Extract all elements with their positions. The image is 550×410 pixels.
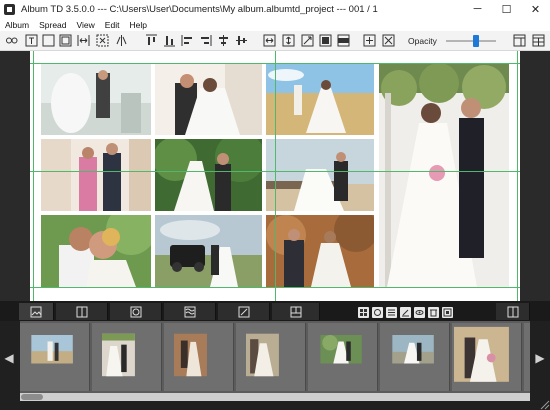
thumbnail[interactable] xyxy=(236,323,306,391)
fill-frame-icon[interactable] xyxy=(336,33,351,48)
panel-icon[interactable] xyxy=(531,33,546,48)
close-button[interactable]: ✕ xyxy=(521,0,550,18)
thumbnail[interactable] xyxy=(452,323,522,391)
maximize-button[interactable]: ☐ xyxy=(492,0,521,18)
photo-frame[interactable] xyxy=(41,215,151,287)
photo-frame[interactable] xyxy=(155,139,262,211)
cliparts-tab-icon[interactable] xyxy=(218,303,270,320)
thumbnail[interactable] xyxy=(524,323,530,391)
align-top-icon[interactable] xyxy=(144,33,159,48)
menu-help[interactable]: Help xyxy=(124,20,151,30)
spread-canvas[interactable] xyxy=(0,51,550,301)
photo-frame[interactable] xyxy=(41,63,151,135)
menu-view[interactable]: View xyxy=(72,20,100,30)
rename-icon[interactable] xyxy=(400,307,411,318)
photo-frame[interactable] xyxy=(155,63,262,135)
toolbar: Opacity xyxy=(0,31,550,51)
thumbnail[interactable] xyxy=(20,323,90,391)
settings-icon[interactable] xyxy=(442,307,453,318)
album-spread-page[interactable] xyxy=(30,51,520,301)
settings-icon[interactable] xyxy=(4,33,19,48)
scroll-left-arrow[interactable]: ◀ xyxy=(4,351,14,365)
app-window: Album TD 3.5.0.0 --- C:\Users\User\Docum… xyxy=(0,0,550,410)
menu-album[interactable]: Album xyxy=(0,20,34,30)
panel-tabs xyxy=(0,301,550,321)
backgrounds-tab-icon[interactable] xyxy=(110,303,162,320)
thumbnail[interactable] xyxy=(308,323,378,391)
frame-fill-icon[interactable] xyxy=(58,33,73,48)
fit-page-icon[interactable] xyxy=(95,33,110,48)
align-center-h-icon[interactable] xyxy=(216,33,231,48)
thumbnail-scrollbar[interactable] xyxy=(20,393,530,401)
delete-frame-icon[interactable] xyxy=(381,33,396,48)
window-title: Album TD 3.5.0.0 --- C:\Users\User\Docum… xyxy=(21,3,378,15)
photos-tab-icon[interactable] xyxy=(19,303,54,320)
opacity-label: Opacity xyxy=(408,36,437,46)
image-frame-icon[interactable] xyxy=(41,33,56,48)
templates-tab-icon[interactable] xyxy=(272,303,320,320)
text-frame-icon[interactable] xyxy=(24,33,39,48)
align-right-icon[interactable] xyxy=(198,33,213,48)
menu-bar: Album Spread View Edit Help xyxy=(0,18,550,31)
align-bottom-icon[interactable] xyxy=(162,33,177,48)
title-bar: Album TD 3.5.0.0 --- C:\Users\User\Docum… xyxy=(0,0,550,18)
photo-frame-large[interactable] xyxy=(379,63,509,287)
fit-width-icon[interactable] xyxy=(76,33,91,48)
menu-edit[interactable]: Edit xyxy=(100,20,125,30)
preview-icon[interactable] xyxy=(414,307,425,318)
add-frame-icon[interactable] xyxy=(362,33,377,48)
scrollbar-thumb[interactable] xyxy=(21,394,43,400)
filter-icon[interactable] xyxy=(386,307,397,318)
photo-frame[interactable] xyxy=(266,63,374,135)
guide-line-vertical[interactable] xyxy=(275,51,276,301)
thumbnail-strip[interactable] xyxy=(20,321,530,393)
thumbnail[interactable] xyxy=(92,323,162,391)
layouts-tab-icon[interactable] xyxy=(56,303,108,320)
photo-frame[interactable] xyxy=(266,139,374,211)
scroll-right-arrow[interactable]: ▶ xyxy=(535,351,545,365)
menu-spread[interactable]: Spread xyxy=(34,20,71,30)
textures-tab-icon[interactable] xyxy=(164,303,216,320)
opacity-slider-thumb[interactable] xyxy=(473,35,479,47)
photo-frame[interactable] xyxy=(155,215,262,287)
align-center-v-icon[interactable] xyxy=(234,33,249,48)
stretch-height-icon[interactable] xyxy=(281,33,296,48)
resize-grip-icon[interactable] xyxy=(536,396,550,410)
spreads-tab-icon[interactable] xyxy=(496,303,530,320)
bottom-panel: ◀ ▶ xyxy=(0,301,550,410)
thumbnail[interactable] xyxy=(380,323,450,391)
thumbnail[interactable] xyxy=(164,323,234,391)
align-left-icon[interactable] xyxy=(180,33,195,48)
rotate-icon[interactable] xyxy=(372,307,383,318)
guide-line-vertical[interactable] xyxy=(517,51,518,301)
app-logo-icon xyxy=(4,3,15,15)
select-all-icon[interactable] xyxy=(358,307,369,318)
mirror-icon[interactable] xyxy=(114,33,129,48)
stretch-both-icon[interactable] xyxy=(318,33,333,48)
photo-frame[interactable] xyxy=(266,215,374,287)
fit-diagonal-icon[interactable] xyxy=(300,33,315,48)
delete-icon[interactable] xyxy=(428,307,439,318)
opacity-slider-track[interactable] xyxy=(446,40,496,42)
stretch-width-icon[interactable] xyxy=(262,33,277,48)
guide-line-vertical[interactable] xyxy=(33,51,34,301)
minimize-button[interactable]: ─ xyxy=(463,0,492,18)
grid-icon[interactable] xyxy=(512,33,527,48)
photo-frame[interactable] xyxy=(41,139,151,211)
